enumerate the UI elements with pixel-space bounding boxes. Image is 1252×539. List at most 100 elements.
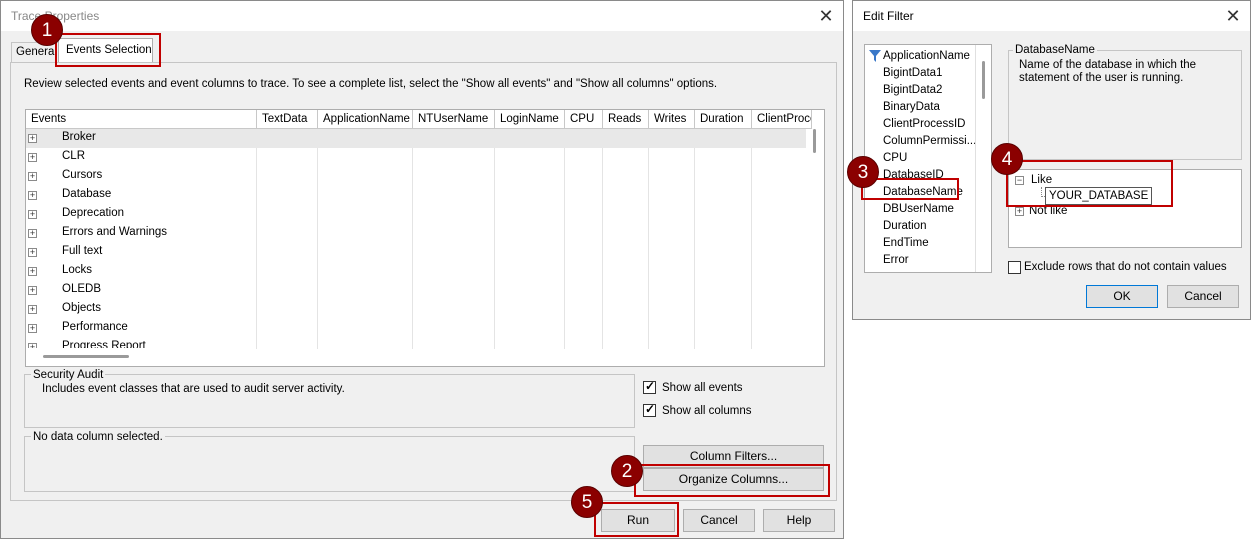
show-all-columns-checkbox[interactable]	[643, 402, 656, 417]
event-row-full-text[interactable]: + Full text	[26, 243, 806, 262]
tab-general-label: General	[16, 46, 57, 58]
expand-icon[interactable]: +	[28, 324, 37, 333]
col-header-reads[interactable]: Reads	[603, 110, 649, 129]
show-all-columns-label[interactable]: Show all columns	[662, 405, 751, 417]
field-description-box: DatabaseName Name of the database in whi…	[1008, 44, 1242, 160]
filter-icon	[869, 50, 881, 62]
col-header-cpu[interactable]: CPU	[565, 110, 603, 129]
exclude-rows-label[interactable]: Exclude rows that do not contain values	[1024, 261, 1227, 273]
filter-window-title: Edit Filter	[863, 9, 914, 23]
expand-icon[interactable]: +	[28, 210, 37, 219]
field-item[interactable]: BigintData1	[883, 67, 942, 84]
event-row-progress-report[interactable]: + Progress Report	[26, 338, 806, 348]
event-label: Progress Report	[62, 340, 146, 348]
field-list-scrollbar[interactable]	[975, 45, 991, 272]
event-row-objects[interactable]: + Objects	[26, 300, 806, 319]
tab-page: Review selected events and event columns…	[10, 62, 837, 501]
event-row-errors-warnings[interactable]: + Errors and Warnings	[26, 224, 806, 243]
col-header-textdata[interactable]: TextData	[257, 110, 318, 129]
close-icon[interactable]: ✕	[815, 5, 837, 27]
scroll-thumb[interactable]	[813, 129, 816, 153]
event-label: CLR	[62, 150, 86, 162]
callout-badge: 5	[571, 486, 603, 518]
col-header-loginname[interactable]: LoginName	[495, 110, 565, 129]
callout-badge: 1	[31, 14, 63, 46]
event-label: Objects	[62, 302, 101, 314]
col-header-writes[interactable]: Writes	[649, 110, 695, 129]
event-description-text: Includes event classes that are used to …	[42, 383, 345, 395]
field-description-text: Name of the database in which the statem…	[1019, 59, 1197, 84]
event-row-deprecation[interactable]: + Deprecation	[26, 205, 806, 224]
col-header-duration[interactable]: Duration	[695, 110, 752, 129]
col-header-clientprocess[interactable]: ClientProce	[752, 110, 812, 129]
event-label: Performance	[62, 321, 128, 333]
event-description-title: Security Audit	[31, 369, 106, 381]
callout-badge: 2	[611, 455, 643, 487]
event-label: Locks	[62, 264, 93, 276]
highlight-organize-columns	[634, 464, 830, 497]
highlight-like-condition	[1006, 160, 1173, 207]
field-item[interactable]: BigintData2	[883, 84, 942, 101]
highlight-run-button	[594, 502, 679, 537]
event-row-broker[interactable]: + Broker	[26, 129, 806, 148]
vertical-scrollbar[interactable]	[807, 129, 824, 349]
expand-icon[interactable]: +	[28, 343, 37, 348]
col-header-applicationname[interactable]: ApplicationName	[318, 110, 413, 129]
cancel-button[interactable]: Cancel	[683, 509, 755, 532]
expand-icon[interactable]: +	[28, 286, 37, 295]
field-item[interactable]: Duration	[883, 220, 926, 237]
filter-field-list[interactable]: ApplicationName BigintData1 BigintData2 …	[864, 44, 992, 273]
expand-icon[interactable]: +	[28, 172, 37, 181]
trace-properties-window: Trace Properties ✕ General Events Select…	[0, 0, 844, 539]
field-item[interactable]: Error	[883, 254, 909, 271]
expand-icon[interactable]: +	[1015, 207, 1024, 216]
event-label: Broker	[62, 131, 96, 143]
event-row-database[interactable]: + Database	[26, 186, 806, 205]
field-item[interactable]: ApplicationName	[883, 50, 970, 67]
expand-icon[interactable]: +	[28, 134, 37, 143]
exclude-rows-checkbox[interactable]	[1008, 261, 1021, 274]
event-row-oledb[interactable]: + OLEDB	[26, 281, 806, 300]
event-row-locks[interactable]: + Locks	[26, 262, 806, 281]
expand-icon[interactable]: +	[28, 248, 37, 257]
col-header-events[interactable]: Events	[26, 110, 257, 129]
event-label: Errors and Warnings	[62, 226, 168, 238]
help-button[interactable]: Help	[763, 509, 835, 532]
filter-titlebar: Edit Filter ✕	[853, 1, 1250, 31]
expand-icon[interactable]: +	[28, 191, 37, 200]
close-icon[interactable]: ✕	[1222, 5, 1244, 27]
event-label: OLEDB	[62, 283, 101, 295]
ok-button[interactable]: OK	[1086, 285, 1158, 308]
scroll-thumb[interactable]	[43, 355, 129, 358]
show-all-events-label[interactable]: Show all events	[662, 382, 743, 394]
callout-badge: 4	[991, 143, 1023, 175]
column-description-box: No data column selected.	[24, 431, 635, 492]
show-all-events-checkbox[interactable]	[643, 379, 656, 394]
col-header-ntusername[interactable]: NTUserName	[413, 110, 495, 129]
field-item[interactable]: DBUserName	[883, 203, 954, 220]
callout-badge: 3	[847, 156, 879, 188]
scroll-thumb[interactable]	[982, 61, 985, 99]
field-description-title: DatabaseName	[1013, 44, 1097, 56]
field-item[interactable]: CPU	[883, 152, 907, 169]
event-label: Deprecation	[62, 207, 125, 219]
field-item[interactable]: BinaryData	[883, 101, 940, 118]
field-item[interactable]: ColumnPermissi...	[883, 135, 976, 152]
expand-icon[interactable]: +	[28, 153, 37, 162]
event-label: Full text	[62, 245, 103, 257]
expand-icon[interactable]: +	[28, 305, 37, 314]
expand-icon[interactable]: +	[28, 267, 37, 276]
event-row-clr[interactable]: + CLR	[26, 148, 806, 167]
event-row-performance[interactable]: + Performance	[26, 319, 806, 338]
highlight-events-selection-tab	[55, 33, 161, 67]
expand-icon[interactable]: +	[28, 229, 37, 238]
event-label: Database	[62, 188, 112, 200]
horizontal-scrollbar[interactable]	[26, 349, 824, 366]
event-label: Cursors	[62, 169, 103, 181]
field-item[interactable]: EndTime	[883, 237, 929, 254]
events-grid[interactable]: Events TextData ApplicationName NTUserNa…	[25, 109, 825, 367]
field-item[interactable]: ClientProcessID	[883, 118, 965, 135]
column-description-title: No data column selected.	[31, 431, 165, 443]
filter-cancel-button[interactable]: Cancel	[1167, 285, 1239, 308]
event-row-cursors[interactable]: + Cursors	[26, 167, 806, 186]
